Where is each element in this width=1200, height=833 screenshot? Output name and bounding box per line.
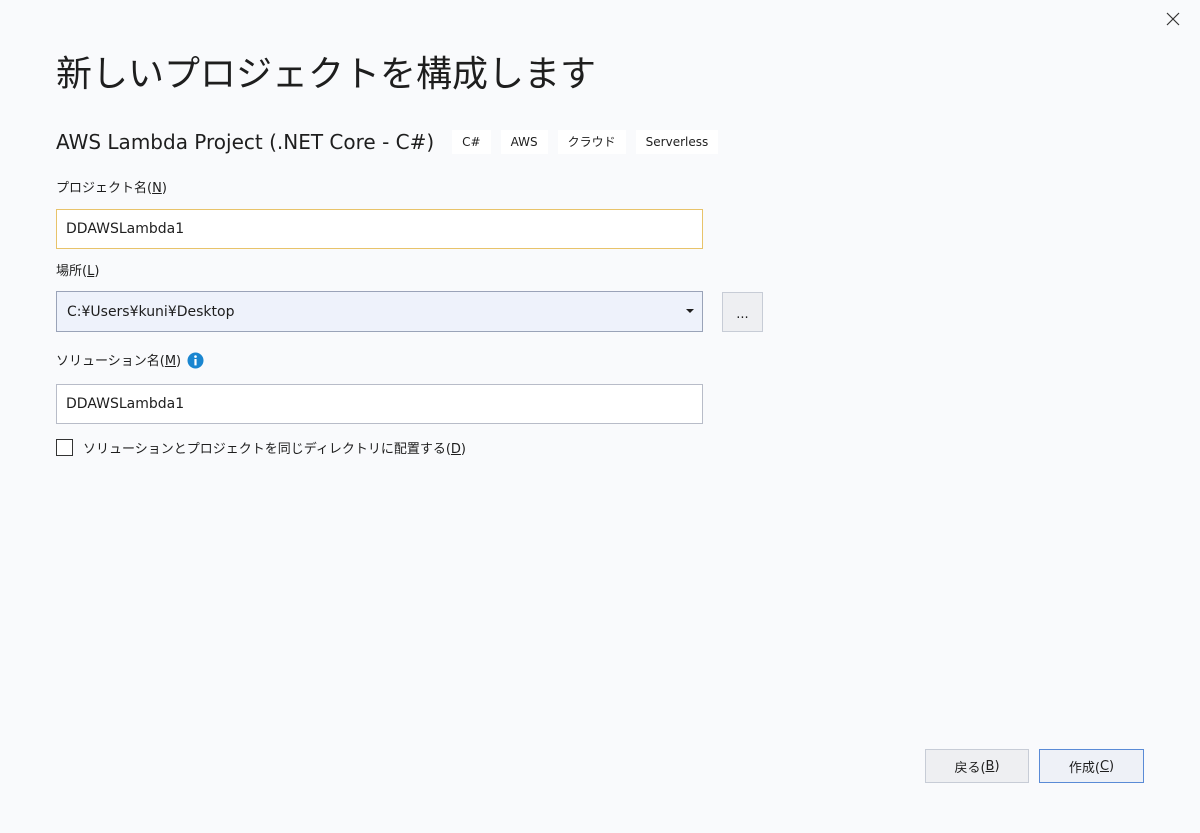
close-icon <box>1166 12 1180 26</box>
location-combobox[interactable]: C:¥Users¥kuni¥Desktop <box>56 291 703 332</box>
tag-csharp: C# <box>452 130 491 154</box>
same-directory-checkbox[interactable] <box>56 439 73 456</box>
location-value: C:¥Users¥kuni¥Desktop <box>67 303 235 320</box>
solution-name-label: ソリューション名(M) <box>56 352 204 371</box>
dropdown-arrow-icon[interactable] <box>678 309 702 314</box>
close-button[interactable] <box>1160 6 1186 32</box>
project-name-label: プロジェクト名(N) <box>56 181 167 196</box>
info-icon[interactable] <box>187 352 204 369</box>
solution-name-accesskey: M <box>164 354 177 369</box>
template-name: AWS Lambda Project (.NET Core - C#) <box>56 130 435 154</box>
page-title: 新しいプロジェクトを構成します <box>56 54 597 95</box>
tag-serverless: Serverless <box>635 130 719 154</box>
template-info: AWS Lambda Project (.NET Core - C#) C# A… <box>56 128 728 156</box>
tag-aws: AWS <box>500 130 548 154</box>
back-button[interactable]: 戻る(B) <box>925 749 1029 783</box>
project-name-accesskey: N <box>152 181 162 196</box>
same-directory-option[interactable]: ソリューションとプロジェクトを同じディレクトリに配置する(D) <box>56 438 466 457</box>
project-name-input[interactable] <box>56 209 703 249</box>
tag-cloud: クラウド <box>557 130 626 154</box>
browse-button[interactable]: ... <box>722 292 763 332</box>
solution-name-input[interactable] <box>56 384 703 424</box>
same-directory-label: ソリューションとプロジェクトを同じディレクトリに配置する(D) <box>83 442 466 457</box>
location-label: 場所(L) <box>56 264 100 279</box>
create-button[interactable]: 作成(C) <box>1039 749 1144 783</box>
